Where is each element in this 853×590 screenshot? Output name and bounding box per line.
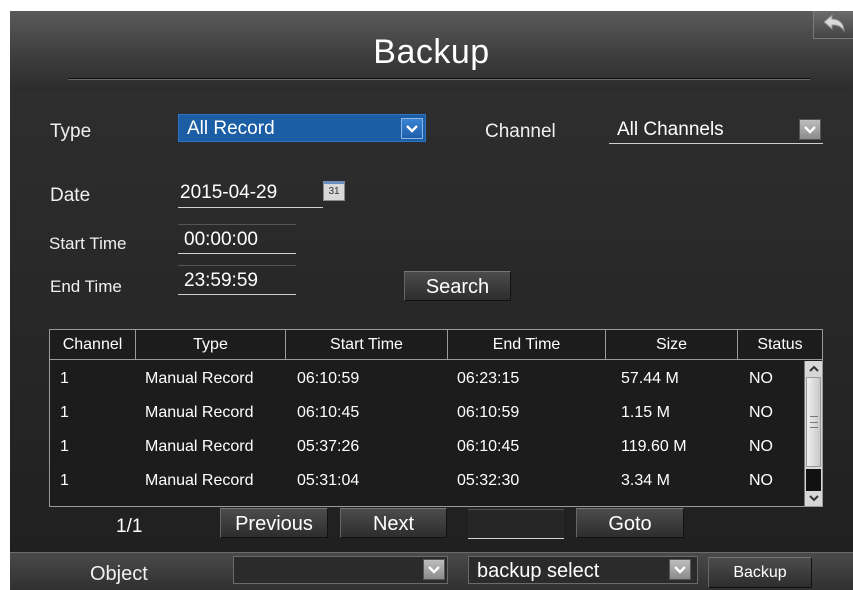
cell-end-time: 05:32:30 xyxy=(457,472,520,489)
cell-size: 57.44 M xyxy=(621,370,679,387)
cell-channel: 1 xyxy=(60,404,69,421)
chevron-down-icon xyxy=(799,119,821,140)
table-scrollbar[interactable] xyxy=(804,361,822,506)
column-header-channel: Channel xyxy=(50,330,136,359)
end-time-label: End Time xyxy=(50,277,122,296)
cell-status: NO xyxy=(749,370,773,387)
channel-select-value: All Channels xyxy=(617,119,724,140)
object-label: Object xyxy=(90,563,148,585)
cell-status: NO xyxy=(749,404,773,421)
column-header-status: Status xyxy=(757,336,803,353)
column-header-type: Type xyxy=(136,330,286,359)
cell-start-time: 06:10:59 xyxy=(297,370,360,387)
cell-channel: 1 xyxy=(60,438,69,455)
cell-size: 119.60 M xyxy=(621,438,687,455)
cell-start-time: 05:37:26 xyxy=(297,438,360,455)
backup-select-value: backup select xyxy=(477,560,600,582)
chevron-down-icon xyxy=(401,118,423,139)
backup-select[interactable]: backup select xyxy=(468,556,698,584)
cell-start-time: 05:31:04 xyxy=(297,472,360,489)
cell-start-time: 06:10:45 xyxy=(297,404,360,421)
chevron-down-icon xyxy=(669,559,691,580)
object-select[interactable] xyxy=(233,556,448,584)
table-row[interactable]: 1 Manual Record 06:10:59 06:23:15 57.44 … xyxy=(50,362,802,396)
calendar-icon[interactable]: 31 xyxy=(323,181,345,201)
cell-channel: 1 xyxy=(60,472,69,489)
search-button[interactable]: Search xyxy=(404,271,511,301)
table-row[interactable]: 1 Manual Record 05:37:26 06:10:45 119.60… xyxy=(50,430,802,464)
goto-button[interactable]: Goto xyxy=(576,508,684,538)
channel-label: Channel xyxy=(485,121,556,142)
start-time-field[interactable]: 00:00:00 xyxy=(178,224,296,254)
cell-type: Manual Record xyxy=(145,370,254,387)
backup-button[interactable]: Backup xyxy=(708,557,812,588)
column-header-start-time: Start Time xyxy=(286,330,448,359)
cell-channel: 1 xyxy=(60,370,69,387)
end-time-field[interactable]: 23:59:59 xyxy=(178,265,296,295)
cell-end-time: 06:10:45 xyxy=(457,438,520,455)
scroll-down-icon[interactable] xyxy=(806,491,822,505)
footer-bar: Object backup select Backup xyxy=(10,552,853,590)
scroll-up-icon[interactable] xyxy=(806,362,822,376)
type-select-value: All Record xyxy=(187,118,275,139)
title-bar: Backup xyxy=(10,11,853,91)
back-button[interactable] xyxy=(813,11,853,39)
scroll-track xyxy=(806,469,821,491)
goto-page-input[interactable] xyxy=(468,509,564,539)
cell-size: 3.34 M xyxy=(621,472,670,489)
end-time-value: 23:59:59 xyxy=(184,270,258,291)
cell-type: Manual Record xyxy=(145,404,254,421)
start-time-label: Start Time xyxy=(49,234,127,253)
type-label: Type xyxy=(50,121,92,142)
date-field[interactable]: 2015-04-29 xyxy=(178,178,323,208)
cell-status: NO xyxy=(749,438,773,455)
cell-status: NO xyxy=(749,472,773,489)
previous-button[interactable]: Previous xyxy=(220,508,328,538)
scroll-thumb[interactable] xyxy=(806,377,821,467)
cell-type: Manual Record xyxy=(145,438,254,455)
page-indicator: 1/1 xyxy=(116,516,143,537)
title-divider xyxy=(68,78,810,80)
cell-end-time: 06:10:59 xyxy=(457,404,520,421)
column-header-size: Size xyxy=(606,330,738,359)
column-header-end-time: End Time xyxy=(448,330,606,359)
next-button[interactable]: Next xyxy=(340,508,447,538)
type-select[interactable]: All Record xyxy=(178,114,426,142)
record-table: Channel Type Start Time End Time Size St… xyxy=(49,329,823,507)
cell-size: 1.15 M xyxy=(621,404,670,421)
table-row[interactable]: 1 Manual Record 05:31:04 05:32:30 3.34 M… xyxy=(50,464,802,498)
chevron-down-icon xyxy=(423,559,445,580)
back-arrow-icon xyxy=(823,14,845,33)
table-header: Channel Type Start Time End Time Size St… xyxy=(50,330,822,360)
cell-end-time: 06:23:15 xyxy=(457,370,520,387)
cell-type: Manual Record xyxy=(145,472,254,489)
date-label: Date xyxy=(50,185,91,206)
channel-select[interactable]: All Channels xyxy=(609,116,823,144)
page-title: Backup xyxy=(373,33,490,71)
table-row[interactable]: 1 Manual Record 06:10:45 06:10:59 1.15 M… xyxy=(50,396,802,430)
start-time-value: 00:00:00 xyxy=(184,229,258,250)
